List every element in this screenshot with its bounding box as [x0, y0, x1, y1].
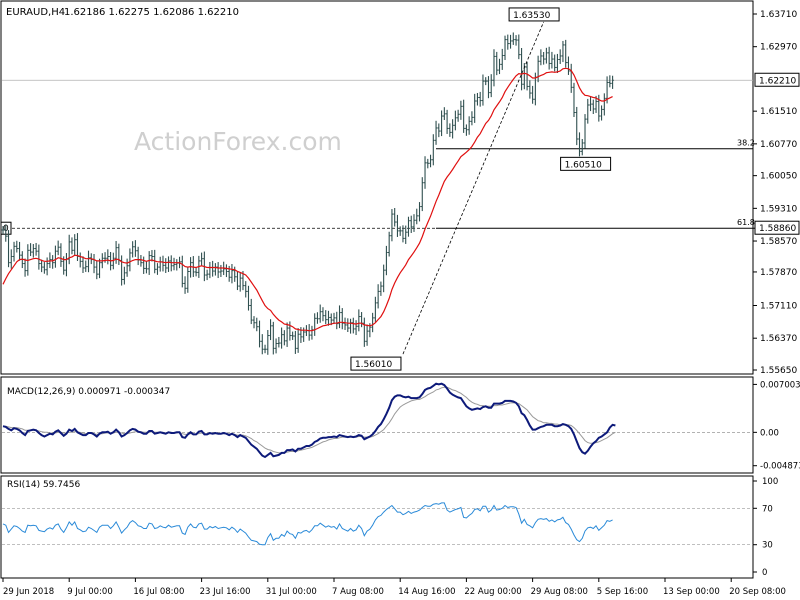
price-annotation-label: 1.56010	[355, 360, 392, 370]
time-tick-label: 20 Sep 08:00	[729, 587, 786, 597]
time-tick-label: 29 Aug 08:00	[531, 587, 588, 597]
price-tick-label: 1.63710	[760, 10, 797, 20]
background	[0, 0, 800, 600]
rsi-tick-label: 0	[762, 568, 767, 578]
time-tick-label: 31 Jul 00:00	[266, 587, 317, 597]
current-price-label: 1.62210	[759, 76, 796, 86]
rsi-label: RSI(14) 59.7456	[7, 480, 80, 490]
chart-root: ActionForex.com EURAUD,H4 1.62186 1.6227…	[0, 0, 800, 600]
time-tick-label: 5 Sep 16:00	[597, 587, 648, 597]
time-tick-label: 16 Jul 08:00	[133, 587, 184, 597]
price-tick-label: 1.57870	[760, 268, 797, 278]
macd-tick-label: -0.004873	[760, 462, 800, 472]
symbol-label: EURAUD,H4	[6, 7, 65, 18]
time-tick-label: 9 Jul 00:00	[67, 587, 113, 597]
fib-level-label: 61.8	[737, 218, 755, 227]
price-tick-label: 1.55650	[760, 366, 797, 376]
price-tick-label: 1.58570	[760, 237, 797, 247]
time-tick-label: 7 Aug 08:00	[332, 587, 384, 597]
macd-label: MACD(12,26,9) 0.000971 -0.000347	[7, 387, 170, 397]
time-tick-label: 23 Jul 16:00	[200, 587, 251, 597]
rsi-tick-label: 30	[762, 541, 773, 551]
price-annotation-label: 1.60510	[565, 160, 602, 170]
price-tick-label: 1.59310	[760, 204, 797, 214]
price-tick-label: 1.62970	[760, 43, 797, 53]
price-tick-label: 1.61510	[760, 107, 797, 117]
rsi-tick-label: 70	[762, 504, 773, 514]
macd-tick-label: 0.00	[760, 428, 779, 438]
time-tick-label: 29 Jun 2018	[3, 587, 54, 597]
fib-level-label: 38.2	[737, 139, 755, 148]
time-tick-label: 13 Sep 00:00	[663, 587, 720, 597]
time-tick-label: 14 Aug 16:00	[398, 587, 455, 597]
fib-price-label: 1.58860	[759, 224, 796, 234]
rsi-tick-label: 100	[762, 477, 778, 487]
ohlc-header: 1.62186 1.62275 1.62086 1.62210	[64, 7, 239, 18]
price-tick-label: 1.60770	[760, 140, 797, 150]
time-tick-label: 22 Aug 00:00	[464, 587, 521, 597]
macd-tick-label: 0.007003	[760, 380, 800, 390]
price-tick-label: 1.56370	[760, 334, 797, 344]
watermark: ActionForex.com	[134, 127, 342, 156]
price-tick-label: 1.60050	[760, 172, 797, 182]
price-annotation-label: 1.63530	[513, 11, 550, 21]
price-tick-label: 1.57110	[760, 302, 797, 312]
